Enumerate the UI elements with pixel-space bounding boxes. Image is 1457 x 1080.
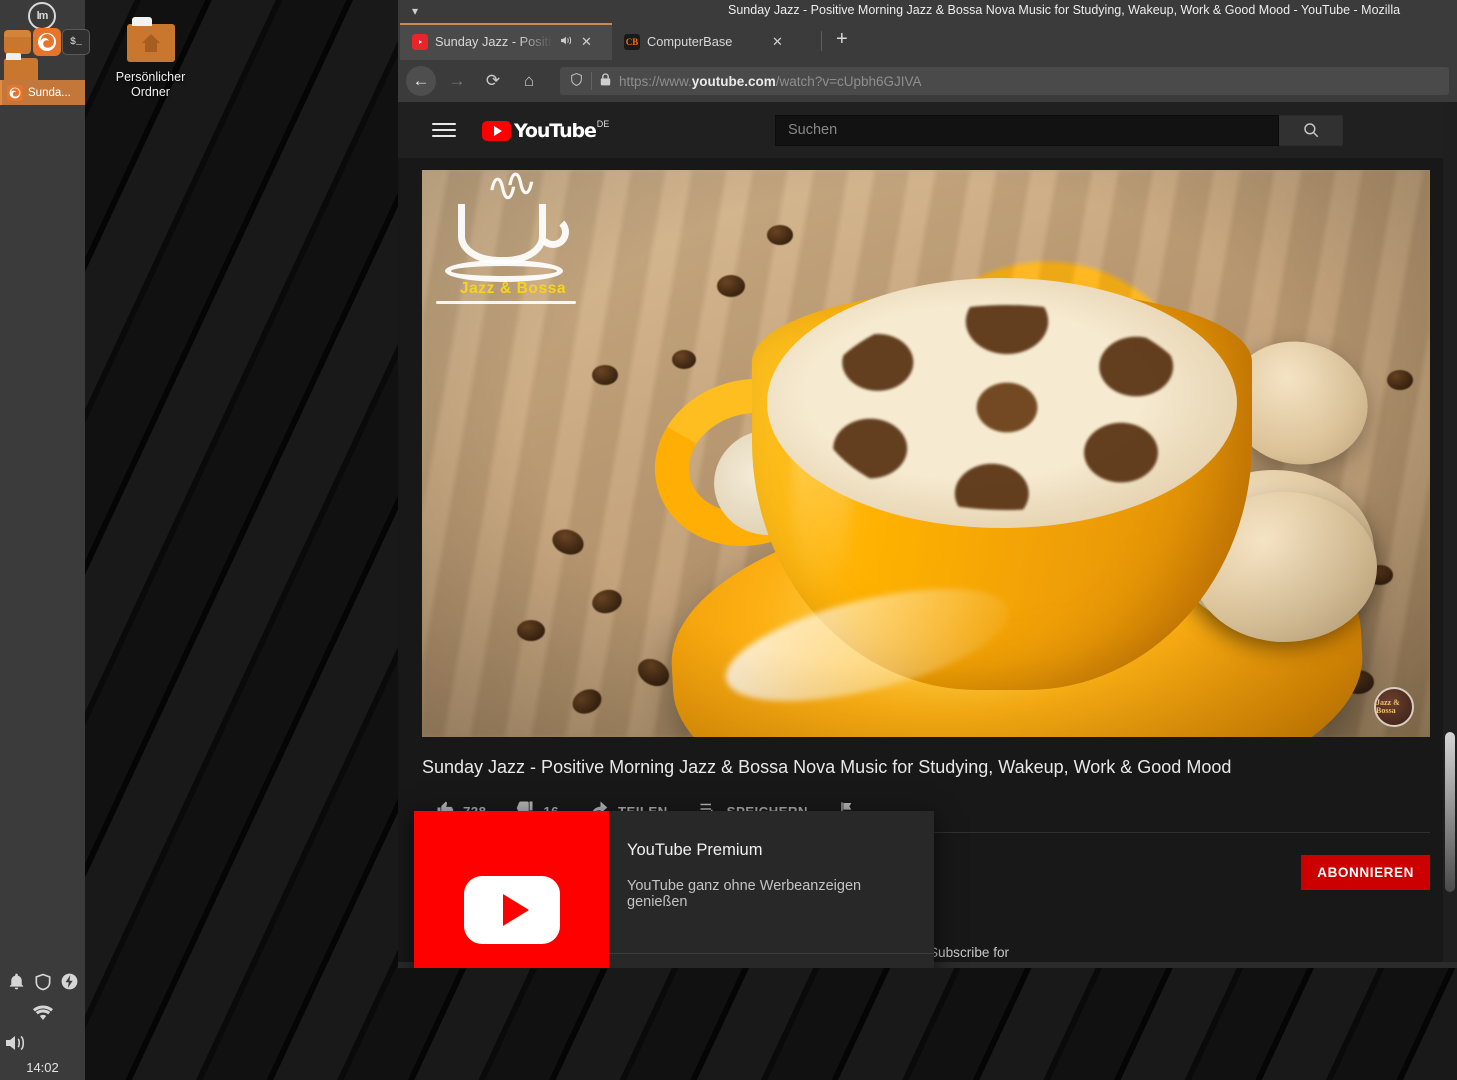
linux-mint-menu-icon[interactable]: lm (28, 2, 56, 30)
saucer-icon (445, 260, 563, 282)
cup-handle-icon (537, 216, 569, 248)
logo-underline (436, 301, 576, 304)
chevron-down-icon[interactable]: ▾ (412, 4, 418, 18)
tab-mute-speaker-icon[interactable] (560, 34, 574, 50)
new-tab-button[interactable]: + (826, 28, 858, 55)
desktop-icon-personal-folder[interactable]: Persönlicher Ordner (103, 17, 198, 100)
jazz-bossa-logo-overlay: ∿ ∿ Jazz & Bossa (436, 170, 586, 307)
youtube-play-icon (482, 120, 511, 141)
window-titlebar: ▾ Sunday Jazz - Positive Morning Jazz & … (398, 0, 1457, 22)
bell-icon[interactable] (7, 972, 26, 996)
youtube-play-icon (463, 876, 560, 944)
desktop-icon-label-line2: Ordner (131, 85, 170, 99)
speaker-icon[interactable] (4, 1032, 30, 1059)
video-player[interactable]: ∿ ∿ Jazz & Bossa Jazz & Bossa (422, 170, 1430, 737)
channel-watermark[interactable]: Jazz & Bossa (1374, 687, 1414, 727)
reload-button[interactable]: ⟳ (478, 66, 508, 96)
video-title: Sunday Jazz - Positive Morning Jazz & Bo… (422, 757, 1232, 777)
watermark-text: Jazz & Bossa (1376, 698, 1400, 715)
taskbar-window-button-firefox[interactable]: Sunda... (0, 80, 85, 105)
premium-content: YouTube Premium YouTube ganz ohne Werbea… (609, 811, 934, 968)
subscribe-button[interactable]: ABONNIEREN (1301, 855, 1430, 890)
terminal-launcher-icon[interactable]: $_ (62, 29, 90, 55)
search-input[interactable] (775, 114, 1279, 146)
youtube-icon (412, 33, 428, 50)
shield-icon[interactable] (33, 972, 53, 997)
premium-actions: NICHT TESTEN 1 MONAT GRATIS (609, 953, 934, 968)
premium-title: YouTube Premium (627, 841, 763, 859)
search-button[interactable] (1279, 114, 1343, 146)
youtube-content: ∿ ∿ Jazz & Bossa Jazz & Bossa Sunday Jaz… (398, 158, 1457, 968)
lock-icon[interactable] (600, 73, 611, 89)
hamburger-menu-icon[interactable] (432, 119, 456, 141)
youtube-logo-country: DE (596, 118, 610, 129)
youtube-header: YouTube DE (398, 102, 1457, 158)
tab-computerbase[interactable]: CB ComputerBase ✕ (612, 23, 817, 60)
urlbar-divider (591, 72, 592, 90)
power-bolt-icon[interactable] (60, 972, 79, 996)
steam-icon: ∿ (504, 170, 538, 205)
overlay-logo-text: Jazz & Bossa (459, 280, 567, 297)
home-button[interactable]: ⌂ (514, 66, 544, 96)
premium-thumbnail (414, 811, 609, 968)
window-title: Sunday Jazz - Positive Morning Jazz & Bo… (728, 3, 1401, 17)
youtube-logo[interactable]: YouTube DE (482, 119, 609, 142)
files-launcher-icon[interactable] (4, 30, 31, 54)
system-tray: 14:02 (0, 960, 85, 1080)
folder-icon (126, 17, 175, 62)
wifi-icon[interactable] (31, 1002, 55, 1027)
scrollbar-thumb[interactable] (1445, 732, 1455, 892)
tab-youtube[interactable]: Sunday Jazz - Positive M ✕ (400, 23, 612, 60)
clock[interactable]: 14:02 (0, 1060, 85, 1075)
system-panel: lm $_ Sunda... 14:02 (0, 0, 90, 1080)
youtube-logo-text: YouTube (514, 119, 597, 142)
premium-subtitle: YouTube ganz ohne Werbeanzeigen genießen (627, 878, 862, 910)
navigation-toolbar: ← → ⟳ ⌂ https://www.youtube.com/watch?v=… (398, 60, 1457, 102)
forward-button[interactable]: → (442, 66, 472, 96)
firefox-icon (7, 84, 23, 101)
panel-launchers: $_ (0, 28, 90, 56)
address-bar[interactable]: https://www.youtube.com/watch?v=cUpbh6GJ… (560, 67, 1449, 95)
search-bar (775, 114, 1343, 146)
firefox-window: ▾ Sunday Jazz - Positive Morning Jazz & … (398, 0, 1457, 968)
youtube-premium-popup[interactable]: YouTube Premium YouTube ganz ohne Werbea… (414, 811, 934, 968)
tab-separator (821, 31, 822, 51)
firefox-launcher-icon[interactable] (33, 28, 61, 56)
coffee-cup-icon (458, 204, 546, 264)
computerbase-icon: CB (624, 33, 640, 50)
back-button[interactable]: ← (406, 66, 436, 96)
tab-label: ComputerBase (647, 34, 733, 49)
desktop-icon-label-line1: Persönlicher (115, 70, 186, 84)
tab-label: Sunday Jazz - Positive M (435, 34, 553, 49)
url-text: https://www.youtube.com/watch?v=cUpbh6GJ… (619, 73, 922, 89)
tab-close-icon[interactable]: ✕ (581, 34, 592, 50)
youtube-page: YouTube DE Suchen ∿ ∿ Jazz & Bossa Jazz … (398, 102, 1457, 968)
taskbar-window-label: Sunda... (28, 86, 71, 99)
tab-strip: Sunday Jazz - Positive M ✕ CB ComputerBa… (398, 22, 1457, 60)
premium-body: YouTube Premium YouTube ganz ohne Werbea… (609, 811, 934, 953)
tracking-shield-icon[interactable] (570, 72, 583, 90)
tab-close-icon[interactable]: ✕ (772, 34, 783, 50)
page-scrollbar[interactable] (1443, 102, 1457, 968)
